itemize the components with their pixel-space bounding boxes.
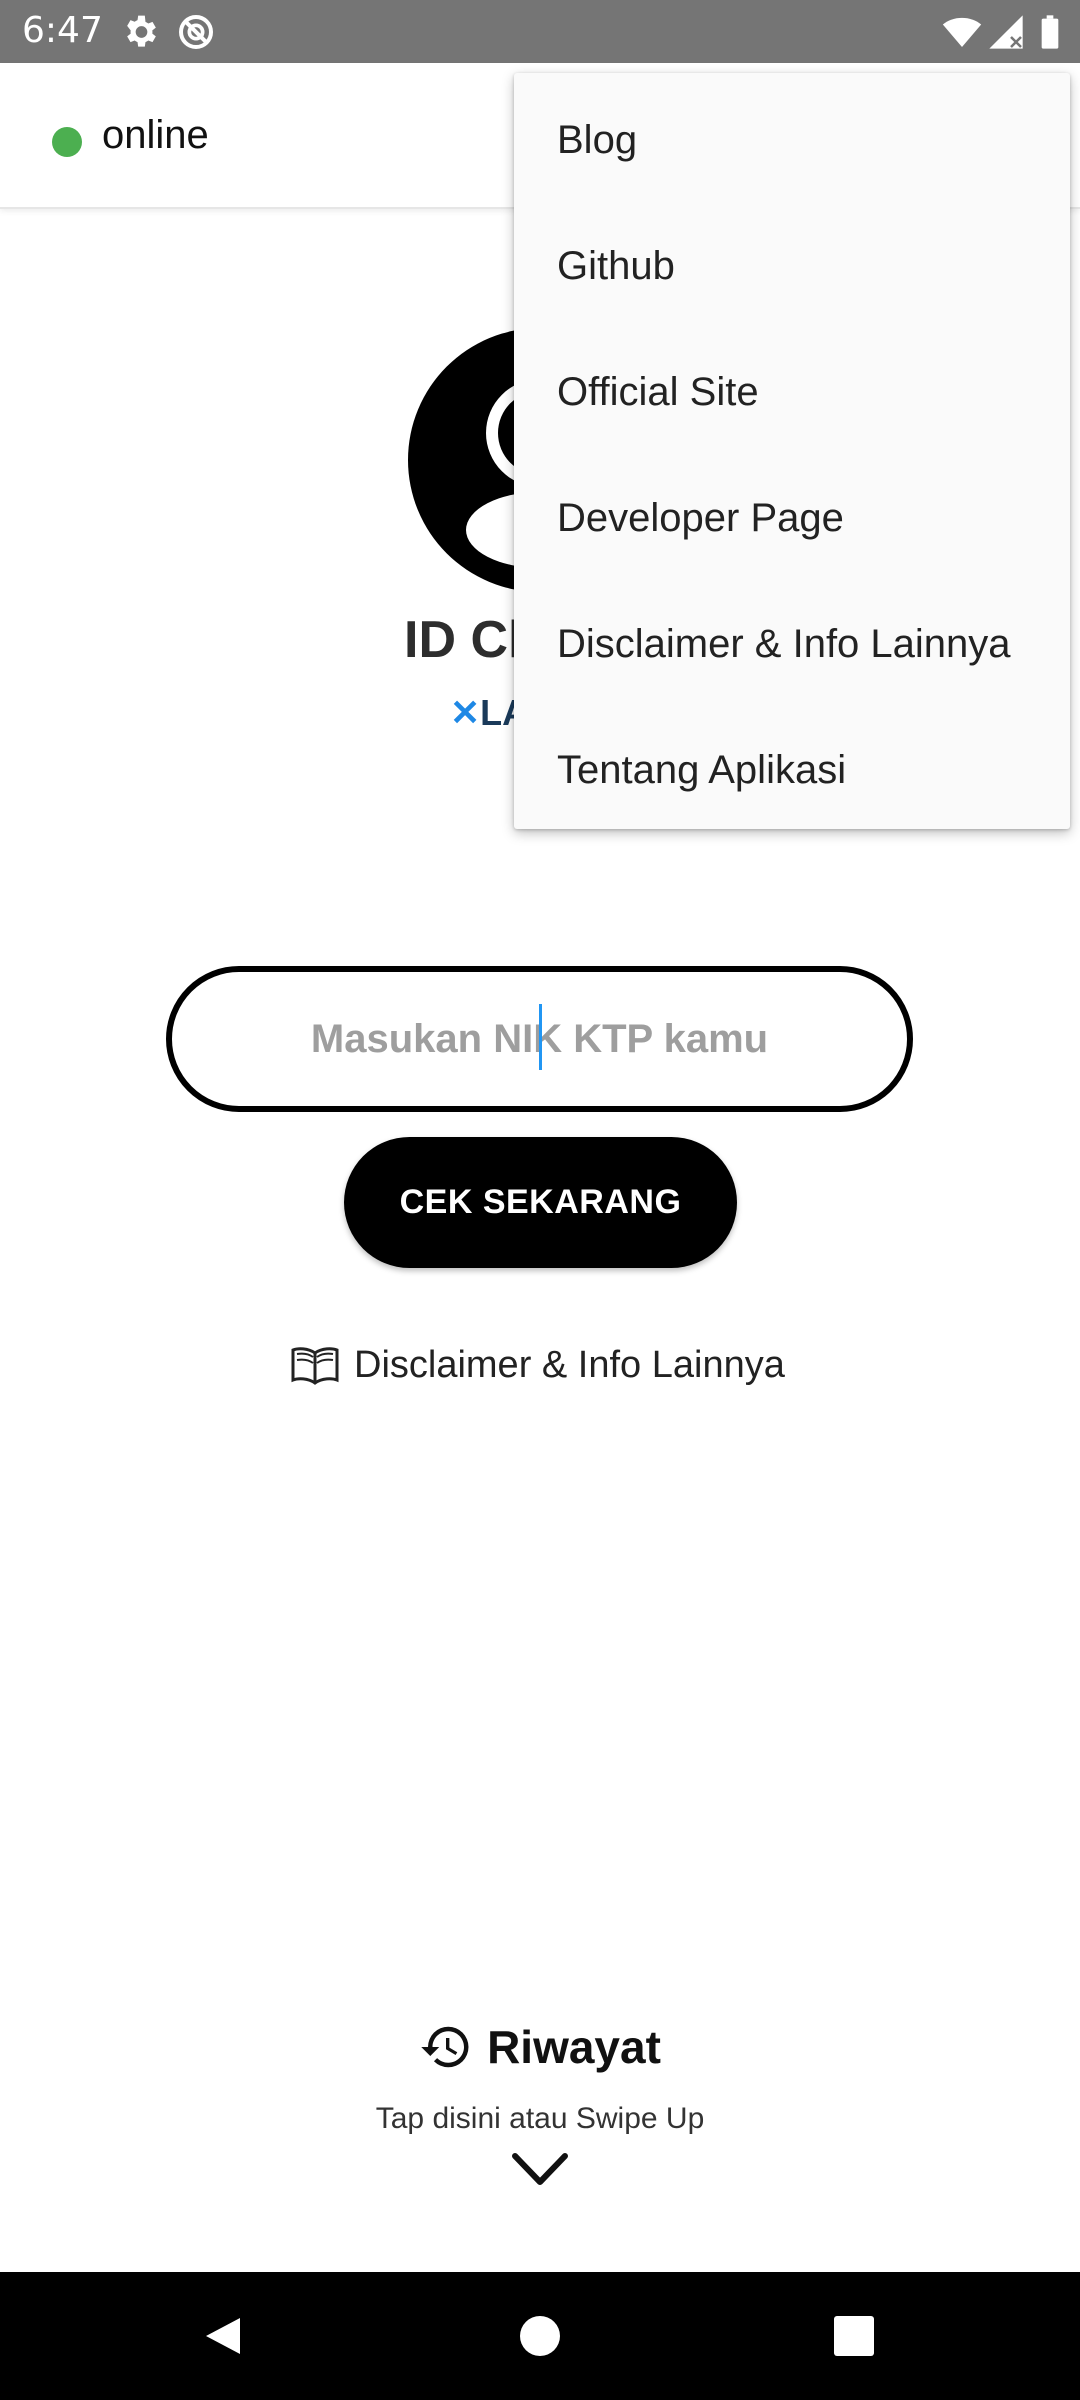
- online-status-dot: [52, 127, 82, 157]
- text-cursor: [539, 1004, 542, 1070]
- status-bar: 6:47: [0, 0, 1080, 63]
- settings-icon: [127, 15, 156, 47]
- menu-item-developer-page[interactable]: Developer Page: [514, 455, 1070, 581]
- disclaimer-link[interactable]: Disclaimer & Info Lainnya: [290, 1338, 785, 1392]
- menu-item-github[interactable]: Github: [514, 203, 1070, 329]
- back-icon[interactable]: [200, 2312, 248, 2360]
- menu-item-about-app[interactable]: Tentang Aplikasi: [514, 707, 1070, 833]
- status-time: 6:47: [22, 10, 103, 51]
- menu-item-official-site[interactable]: Official Site: [514, 329, 1070, 455]
- history-hint: Tap disini atau Swipe Up: [375, 2102, 705, 2135]
- book-icon: [291, 1347, 339, 1385]
- home-icon[interactable]: [516, 2312, 564, 2360]
- menu-item-disclaimer[interactable]: Disclaimer & Info Lainnya: [514, 581, 1070, 707]
- cross-icon: ✕: [450, 692, 481, 733]
- history-icon: [421, 2026, 469, 2068]
- online-status-label: online: [102, 113, 209, 157]
- history-panel[interactable]: Riwayat Tap disini atau Swipe Up: [0, 2020, 1080, 2200]
- disclaimer-link-label: Disclaimer & Info Lainnya: [354, 1343, 785, 1386]
- history-title: Riwayat: [487, 2021, 661, 2073]
- navigation-bar: [0, 2272, 1080, 2400]
- chevron-down-icon[interactable]: [511, 2150, 569, 2190]
- overflow-menu: Blog Github Official Site Developer Page…: [514, 73, 1070, 829]
- do-not-disturb-icon: [179, 15, 213, 49]
- check-now-button[interactable]: CEK SEKARANG: [344, 1137, 737, 1268]
- menu-item-blog[interactable]: Blog: [514, 77, 1070, 203]
- battery-icon: [1041, 15, 1059, 49]
- wifi-icon: [942, 17, 982, 47]
- recents-icon[interactable]: [830, 2312, 878, 2360]
- history-header: Riwayat: [0, 2020, 1080, 2074]
- signal-icon: [989, 15, 1023, 49]
